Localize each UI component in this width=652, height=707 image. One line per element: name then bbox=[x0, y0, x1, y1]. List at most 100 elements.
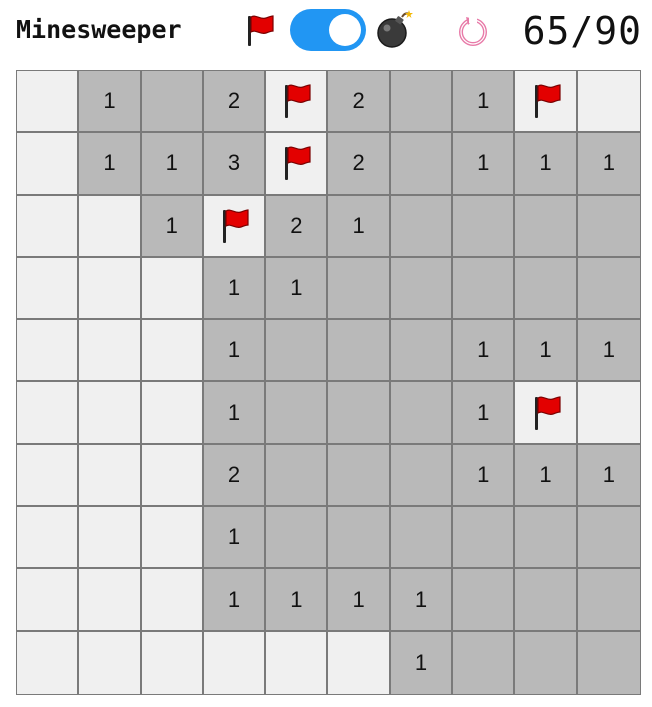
cell-unrevealed[interactable] bbox=[17, 569, 80, 632]
cell-revealed-empty[interactable] bbox=[577, 195, 640, 258]
cell-unrevealed[interactable] bbox=[141, 507, 204, 570]
cell-revealed-empty[interactable] bbox=[577, 631, 640, 694]
cell-number[interactable]: 2 bbox=[266, 195, 329, 258]
cell-number[interactable]: 2 bbox=[203, 444, 267, 508]
cell-unrevealed[interactable] bbox=[17, 507, 80, 570]
cell-number[interactable]: 1 bbox=[515, 444, 578, 508]
cell-revealed-empty[interactable] bbox=[453, 569, 516, 632]
refresh-icon[interactable] bbox=[454, 11, 492, 49]
cell-unrevealed[interactable] bbox=[17, 444, 80, 508]
cell-revealed-empty[interactable] bbox=[328, 257, 391, 321]
cell-number[interactable]: 1 bbox=[390, 631, 454, 694]
cell-revealed-empty[interactable] bbox=[390, 382, 454, 445]
cell-revealed-empty[interactable] bbox=[515, 257, 578, 321]
cell-unrevealed[interactable] bbox=[577, 71, 640, 134]
cell-revealed-empty[interactable] bbox=[328, 320, 391, 383]
mode-toggle-switch[interactable] bbox=[290, 9, 366, 51]
cell-unrevealed[interactable] bbox=[203, 631, 267, 694]
cell-unrevealed[interactable] bbox=[79, 569, 142, 632]
cell-unrevealed[interactable] bbox=[17, 631, 80, 694]
cell-number[interactable]: 1 bbox=[266, 257, 329, 321]
cell-number[interactable]: 1 bbox=[141, 195, 204, 258]
cell-unrevealed[interactable] bbox=[141, 569, 204, 632]
cell-unrevealed[interactable] bbox=[141, 382, 204, 445]
cell-unrevealed[interactable] bbox=[17, 133, 80, 196]
cell-unrevealed[interactable] bbox=[79, 507, 142, 570]
cell-number[interactable]: 2 bbox=[203, 71, 267, 134]
cell-revealed-empty[interactable] bbox=[577, 257, 640, 321]
cell-revealed-empty[interactable] bbox=[453, 195, 516, 258]
cell-unrevealed[interactable] bbox=[141, 257, 204, 321]
cell-number[interactable]: 3 bbox=[203, 133, 267, 196]
cell-revealed-empty[interactable] bbox=[515, 569, 578, 632]
cell-revealed-empty[interactable] bbox=[266, 382, 329, 445]
cell-unrevealed[interactable] bbox=[79, 631, 142, 694]
cell-flagged[interactable] bbox=[515, 71, 578, 134]
cell-revealed-empty[interactable] bbox=[390, 257, 454, 321]
cell-number[interactable]: 1 bbox=[79, 71, 142, 134]
cell-number[interactable]: 1 bbox=[141, 133, 204, 196]
cell-number[interactable]: 1 bbox=[203, 569, 267, 632]
cell-revealed-empty[interactable] bbox=[390, 444, 454, 508]
cell-revealed-empty[interactable] bbox=[453, 507, 516, 570]
cell-revealed-empty[interactable] bbox=[577, 507, 640, 570]
cell-unrevealed[interactable] bbox=[577, 382, 640, 445]
cell-revealed-empty[interactable] bbox=[515, 631, 578, 694]
cell-number[interactable]: 1 bbox=[203, 382, 267, 445]
cell-revealed-empty[interactable] bbox=[390, 195, 454, 258]
cell-unrevealed[interactable] bbox=[79, 257, 142, 321]
cell-flagged[interactable] bbox=[203, 195, 267, 258]
cell-revealed-empty[interactable] bbox=[328, 507, 391, 570]
cell-number[interactable]: 1 bbox=[453, 382, 516, 445]
cell-unrevealed[interactable] bbox=[17, 195, 80, 258]
cell-number[interactable]: 1 bbox=[390, 569, 454, 632]
cell-revealed-empty[interactable] bbox=[577, 569, 640, 632]
cell-flagged[interactable] bbox=[515, 382, 578, 445]
cell-unrevealed[interactable] bbox=[141, 631, 204, 694]
cell-revealed-empty[interactable] bbox=[390, 71, 454, 134]
cell-revealed-empty[interactable] bbox=[266, 507, 329, 570]
cell-number[interactable]: 1 bbox=[453, 320, 516, 383]
cell-unrevealed[interactable] bbox=[79, 320, 142, 383]
cell-unrevealed[interactable] bbox=[17, 257, 80, 321]
cell-revealed-empty[interactable] bbox=[453, 257, 516, 321]
cell-revealed-empty[interactable] bbox=[515, 195, 578, 258]
cell-number[interactable]: 1 bbox=[577, 133, 640, 196]
cell-revealed-empty[interactable] bbox=[390, 507, 454, 570]
cell-revealed-empty[interactable] bbox=[390, 133, 454, 196]
cell-number[interactable]: 1 bbox=[515, 320, 578, 383]
cell-unrevealed[interactable] bbox=[17, 71, 80, 134]
cell-unrevealed[interactable] bbox=[266, 631, 329, 694]
cell-unrevealed[interactable] bbox=[79, 444, 142, 508]
cell-number[interactable]: 1 bbox=[453, 444, 516, 508]
cell-number[interactable]: 1 bbox=[328, 195, 391, 258]
cell-number[interactable]: 1 bbox=[577, 444, 640, 508]
cell-revealed-empty[interactable] bbox=[141, 71, 204, 134]
cell-number[interactable]: 1 bbox=[328, 569, 391, 632]
cell-number[interactable]: 2 bbox=[328, 71, 391, 134]
cell-number[interactable]: 1 bbox=[453, 133, 516, 196]
cell-revealed-empty[interactable] bbox=[453, 631, 516, 694]
cell-number[interactable]: 1 bbox=[577, 320, 640, 383]
cell-number[interactable]: 1 bbox=[453, 71, 516, 134]
cell-unrevealed[interactable] bbox=[17, 382, 80, 445]
cell-number[interactable]: 2 bbox=[328, 133, 391, 196]
cell-flagged[interactable] bbox=[266, 71, 329, 134]
cell-number[interactable]: 1 bbox=[515, 133, 578, 196]
cell-revealed-empty[interactable] bbox=[328, 382, 391, 445]
cell-unrevealed[interactable] bbox=[79, 382, 142, 445]
cell-number[interactable]: 1 bbox=[203, 257, 267, 321]
cell-revealed-empty[interactable] bbox=[266, 320, 329, 383]
cell-revealed-empty[interactable] bbox=[390, 320, 454, 383]
cell-number[interactable]: 1 bbox=[203, 507, 267, 570]
cell-revealed-empty[interactable] bbox=[515, 507, 578, 570]
cell-unrevealed[interactable] bbox=[328, 631, 391, 694]
cell-number[interactable]: 1 bbox=[203, 320, 267, 383]
cell-flagged[interactable] bbox=[266, 133, 329, 196]
cell-revealed-empty[interactable] bbox=[266, 444, 329, 508]
cell-number[interactable]: 1 bbox=[266, 569, 329, 632]
cell-unrevealed[interactable] bbox=[141, 320, 204, 383]
cell-unrevealed[interactable] bbox=[141, 444, 204, 508]
cell-number[interactable]: 1 bbox=[79, 133, 142, 196]
cell-revealed-empty[interactable] bbox=[328, 444, 391, 508]
